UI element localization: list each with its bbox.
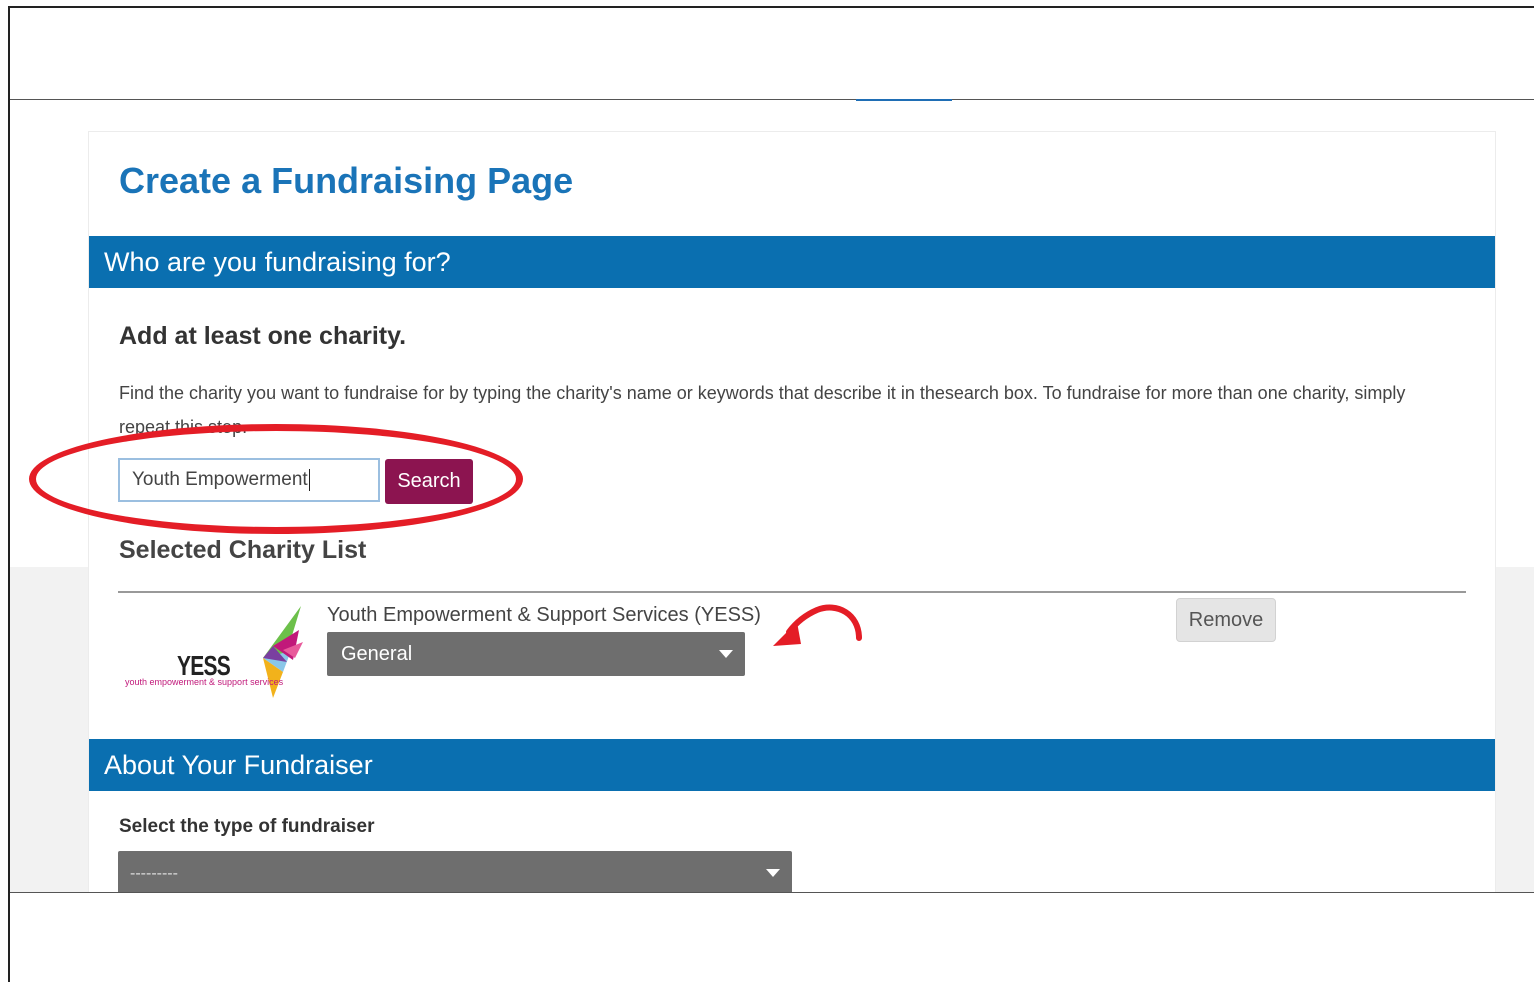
chevron-down-icon	[719, 650, 733, 658]
selected-charity-heading: Selected Charity List	[119, 536, 367, 564]
fund-select-value: General	[341, 643, 413, 665]
chevron-down-icon	[766, 869, 780, 877]
annotation-arrow-icon	[773, 604, 862, 646]
logo-tagline: youth empowerment & support services	[125, 677, 284, 687]
add-charity-heading: Add at least one charity.	[119, 322, 407, 350]
list-divider	[118, 591, 1466, 593]
page-title: Create a Fundraising Page	[119, 160, 574, 201]
fundraising-form-card: Create a Fundraising Page Who are you fu…	[29, 131, 1496, 892]
top-navigation-strip	[10, 8, 1534, 100]
fundraiser-type-value: ---------	[130, 865, 178, 882]
bottom-strip	[10, 892, 1534, 982]
fund-select-dropdown[interactable]: General	[327, 632, 745, 676]
about-section-header: About Your Fundraiser	[89, 739, 1495, 791]
remove-charity-button[interactable]: Remove	[1176, 598, 1276, 642]
charity-name: Youth Empowerment & Support Services (YE…	[327, 604, 761, 626]
text-cursor	[308, 468, 310, 491]
charity-section-header: Who are you fundraising for?	[89, 236, 1495, 288]
search-input-value: Youth Empowerment	[132, 469, 308, 490]
page-viewport: Create a Fundraising Page Who are you fu…	[10, 101, 1534, 892]
charity-search-input[interactable]: Youth Empowerment	[118, 458, 380, 502]
fundraiser-type-dropdown[interactable]: ---------	[118, 851, 792, 892]
fundraiser-type-label: Select the type of fundraiser	[119, 816, 375, 837]
search-button[interactable]: Search	[385, 459, 473, 504]
